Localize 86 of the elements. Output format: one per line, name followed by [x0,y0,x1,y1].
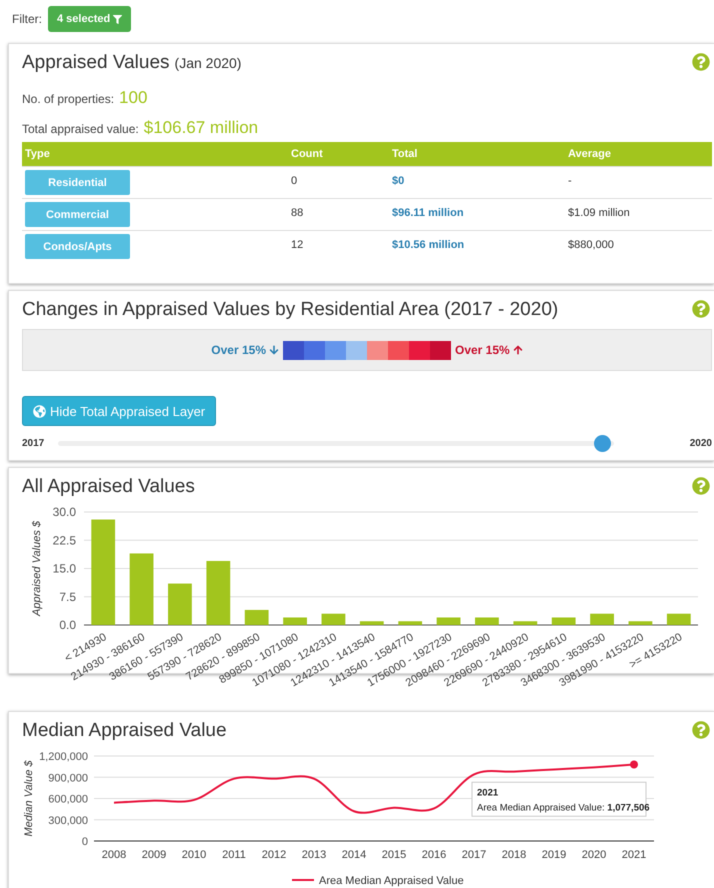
axis-tick-label: 15.0 [52,562,76,576]
type-button[interactable]: Residential [25,170,130,195]
column-header: Type [22,142,288,166]
table-cell: 88 [288,198,389,230]
tooltip: 2021 Area Median Appraised Value: 1,077,506 [472,782,650,817]
axis-tick-label: 2021 [622,849,646,861]
help-icon[interactable] [692,300,710,318]
axis-tick-label: 30.0 [52,505,76,519]
axis-tick-label: 2020 [582,849,606,861]
type-button[interactable]: Condos/Apts [25,234,130,259]
bar [475,617,499,625]
arrow-up-icon [512,345,523,355]
slider-end-label: 2020 [690,438,712,449]
data-point [630,760,638,768]
arrow-down-icon [269,345,279,355]
column-header: Total [389,142,565,166]
bar [322,614,346,625]
bar [244,610,269,625]
card-subtitle: (Jan 2020) [174,55,242,71]
type-button[interactable]: Commercial [25,202,130,227]
slider-start-label: 2017 [22,438,44,449]
axis-tick-label: 2019 [542,849,566,861]
stat-value: 100 [119,88,148,108]
filter-icon [113,14,122,24]
bar [666,614,691,625]
table-cell: $96.11 million [389,198,565,230]
filter-label: Filter: [12,12,42,26]
axis-tick-label: 2017 [462,849,486,861]
column-header: Count [288,142,389,166]
bar [590,614,614,625]
stat-label: No. of properties: [22,92,114,106]
card-title: All Appraised Values [22,476,195,498]
axis-tick-label: 1,200,000 [39,751,88,763]
bar [206,560,230,625]
axis-tick-label: 0 [82,836,88,848]
table-cell: - [565,166,712,198]
axis-title: Appraised Values $ [31,521,43,616]
help-icon[interactable] [692,477,710,495]
axis-tick-label: 900,000 [48,772,88,784]
stat-label: Total appraised value: [22,122,139,136]
table-cell: 0 [288,166,389,198]
axis-tick-label: 300,000 [48,814,88,827]
column-header: Average [565,142,712,166]
bar [283,617,307,625]
filter-button[interactable]: 4 selected [48,6,132,32]
axis-tick-label: 22.5 [52,533,76,548]
stat-value: $106.67 million [144,118,258,138]
axis-tick-label: 7.5 [59,590,76,604]
legend-label: Area Median Appraised Value [319,875,464,887]
bar [513,621,538,625]
bar [628,621,652,625]
table-cell: $880,000 [565,230,712,262]
card-title: Median Appraised Value [22,720,227,742]
table-cell: $10.56 million [389,230,565,262]
bar [168,584,192,625]
table-cell: $0 [389,166,565,198]
help-icon[interactable] [692,53,710,71]
hide-layer-button[interactable]: Hide Total Appraised Layer [22,396,216,426]
axis-tick-label: 2009 [142,849,166,861]
help-icon[interactable] [692,721,710,739]
axis-tick-label: 2016 [422,849,446,861]
card-title: Appraised Values [22,52,170,74]
axis-tick-label: 2018 [502,849,526,861]
axis-tick-label: 2012 [262,849,286,861]
card-title: Changes in Appraised Values by Residential Area (2017 - 2020) [22,299,558,321]
table-cell: $1.09 million [565,198,712,230]
bar [552,617,576,625]
legend-item[interactable]: Area Median Appraised Value [292,875,464,887]
axis-tick-label: 2013 [302,849,326,861]
globe-icon [33,404,46,418]
bar [398,621,422,625]
bar [436,617,460,625]
table-cell: 12 [288,230,389,262]
axis-tick-label: 2011 [222,849,246,861]
axis-tick-label: 2010 [182,849,206,861]
axis-tick-label: 2015 [382,849,406,861]
axis-title: Median Value $ [23,760,35,837]
axis-tick-label: 2008 [102,849,126,861]
legend-label: Over 15% [211,343,266,357]
axis-tick-label: 600,000 [48,794,88,806]
legend-label: Over 15% [455,343,510,357]
slider-thumb[interactable] [594,435,611,452]
axis-tick-label: 2014 [342,849,366,861]
axis-tick-label: 0.0 [59,618,76,632]
bar [360,621,384,625]
bar [130,553,154,625]
